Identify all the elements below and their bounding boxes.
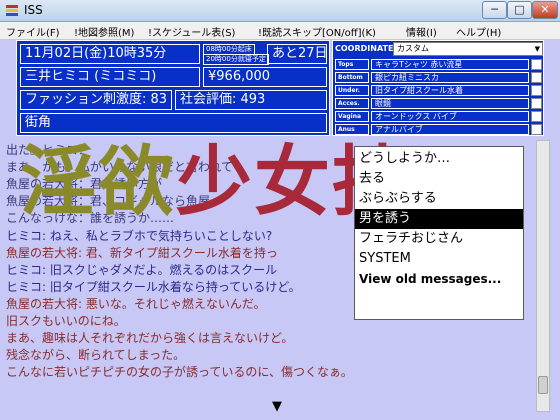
character-name: 三井ヒミコ (ミコミコ) xyxy=(20,67,200,87)
scrollbar-thumb[interactable] xyxy=(538,376,548,394)
window-title: ISS xyxy=(24,3,43,17)
slot-label: Under. xyxy=(335,85,369,96)
game-screen: 11月02日(金)10時35分 08時00分起床 20時00分就寝予定 あと27… xyxy=(0,40,560,420)
slot-label: Acces. xyxy=(335,98,369,109)
social-stat: 社会評価: 493 xyxy=(175,90,327,110)
dialogue-line: 魚屋の若大将：君が誘い方が xyxy=(6,177,163,191)
dialogue-line: こんなっけな：誰を誘うか…… xyxy=(6,211,175,225)
choice-system[interactable]: SYSTEM xyxy=(355,249,523,269)
slot-label: Tops xyxy=(335,59,369,70)
coordinate-label: COORDINATE: xyxy=(335,44,397,53)
slot-checkbox[interactable] xyxy=(531,98,542,109)
next-page-icon[interactable]: ▼ xyxy=(272,399,282,414)
coordinate-select[interactable]: カスタム ▼ xyxy=(393,42,543,56)
dialogue-line: まあ、趣味は人それぞれだから強くは言えないけど。 xyxy=(6,331,294,345)
dialogue-line: こんなに若いピチピチの女の子が誘っているのに、傷つくなぁ。 xyxy=(6,365,353,379)
equip-row-vagina: Vagina オーンドックス バイブ xyxy=(335,111,543,123)
close-button[interactable]: ✕ xyxy=(532,1,558,19)
slot-label: Vagina xyxy=(335,111,369,122)
dialogue-line: 旧スクもいいのにね。 xyxy=(6,314,126,328)
dialogue-scrollbar[interactable] xyxy=(536,140,550,412)
slot-checkbox[interactable] xyxy=(531,85,542,96)
dialogue-line: 出た。ヒミコ： xyxy=(6,143,91,157)
location-display: 街角 xyxy=(20,113,327,133)
chevron-down-icon: ▼ xyxy=(534,45,540,53)
dialogue-line: ヒミコ: 旧スクじゃダメだよ。燃えるのはスクール xyxy=(6,263,278,277)
slot-checkbox[interactable] xyxy=(531,59,542,70)
dialogue-line: 魚屋の若大将: 君、新タイプ紺スクール水着を持っ xyxy=(6,246,278,260)
menu-info[interactable]: 情報(I) xyxy=(406,24,437,39)
equip-row-anus: Anus アナルバイブ xyxy=(335,124,543,136)
date-display: 11月02日(金)10時35分 xyxy=(20,44,200,64)
dialogue-line: 魚屋の若大将: 悪いな。それじゃ燃えないんだ。 xyxy=(6,297,266,311)
equip-row-tops: Tops キャラTシャツ 赤い流星 xyxy=(335,59,543,71)
equip-row-acces: Acces. 眼鏡 xyxy=(335,98,543,110)
title-bar: ISS ─ □ ✕ xyxy=(0,0,560,22)
dialogue-line: 魚屋の若大将：君、コギャルなら魚屋 xyxy=(6,194,211,208)
dialogue-line: ヒミコ: 旧タイプ紺スクール水着なら持っているけど。 xyxy=(6,280,301,294)
dialogue-line: 残念ながら、断られてしまった。 xyxy=(6,348,186,362)
coordinate-value: カスタム xyxy=(397,44,429,53)
minimize-button[interactable]: ─ xyxy=(482,1,507,19)
status-panel: 11月02日(金)10時35分 08時00分起床 20時00分就寝予定 あと27… xyxy=(16,40,330,136)
dialogue-line: まあ、かも。私がいけない娘だと言われて xyxy=(6,160,234,174)
dialogue-line: ヒミコ: ねえ、私とラブホで気持ちいことしない? xyxy=(6,229,273,243)
equipment-panel: COORDINATE: カスタム ▼ Tops キャラTシャツ 赤い流星 Bot… xyxy=(332,40,544,136)
money-display: ¥966,000 xyxy=(203,67,327,87)
menu-schedule[interactable]: !スケジュール表(S) xyxy=(148,24,235,39)
maximize-button[interactable]: □ xyxy=(507,1,532,19)
choice-prompt: どうしようか… xyxy=(359,151,451,166)
slot-value[interactable]: 旧タイプ紺スクール水着 xyxy=(371,85,529,96)
slot-label: Anus xyxy=(335,124,369,135)
choice-ojisan[interactable]: フェラチおじさん xyxy=(355,229,523,249)
app-icon xyxy=(5,4,19,18)
choice-wander[interactable]: ぶらぶらする xyxy=(355,189,523,209)
slot-label: Bottom xyxy=(335,72,369,83)
slot-value[interactable]: アナルバイブ xyxy=(371,124,529,135)
menu-map[interactable]: !地図参照(M) xyxy=(74,24,134,39)
menu-bar: ファイル(F) !地図参照(M) !スケジュール表(S) !既読スキップ[ON/… xyxy=(0,22,560,40)
slot-checkbox[interactable] xyxy=(531,124,542,135)
fashion-stat: ファッション刺激度: 83 xyxy=(20,90,172,110)
slot-value[interactable]: 銀ピカ紐ミニスカ xyxy=(371,72,529,83)
slot-value[interactable]: オーンドックス バイブ xyxy=(371,111,529,122)
slot-checkbox[interactable] xyxy=(531,111,542,122)
choice-menu: どうしようか… 去る ぶらぶらする 男を誘う フェラチおじさん SYSTEM V… xyxy=(354,146,524,320)
slot-value[interactable]: 眼鏡 xyxy=(371,98,529,109)
choice-seduce-man[interactable]: 男を誘う xyxy=(355,209,523,229)
equip-row-bottom: Bottom 銀ピカ紐ミニスカ xyxy=(335,72,543,84)
choice-view-old-messages[interactable]: View old messages... xyxy=(355,269,523,289)
equip-row-under: Under. 旧タイプ紺スクール水着 xyxy=(335,85,543,97)
menu-help[interactable]: ヘルプ(H) xyxy=(456,24,501,39)
days-left: あと27日 xyxy=(267,44,327,64)
sleep-time: 20時00分就寝予定 xyxy=(203,54,269,65)
choice-leave[interactable]: 去る xyxy=(355,169,523,189)
menu-skip-toggle[interactable]: !既読スキップ[ON/off](K) xyxy=(258,24,376,39)
slot-checkbox[interactable] xyxy=(531,72,542,83)
menu-file[interactable]: ファイル(F) xyxy=(6,24,60,39)
slot-value[interactable]: キャラTシャツ 赤い流星 xyxy=(371,59,529,70)
